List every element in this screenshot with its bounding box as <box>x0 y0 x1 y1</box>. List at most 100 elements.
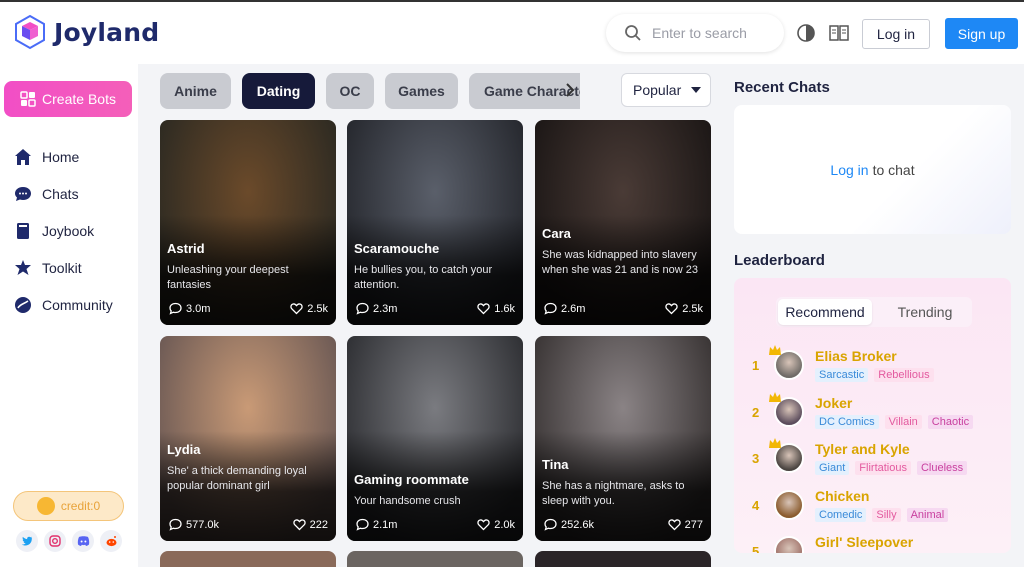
leaderboard-name: Elias Broker <box>815 348 897 364</box>
card-name: Tina <box>542 457 569 472</box>
like-count-value: 277 <box>684 518 703 531</box>
instagram-icon[interactable] <box>44 530 66 552</box>
tag-chip[interactable]: Clueless <box>916 461 968 475</box>
tab-recommend[interactable]: Recommend <box>778 299 872 325</box>
chat-count-value: 3.0m <box>186 302 211 315</box>
tag-chip[interactable]: Rebellious <box>874 368 934 382</box>
sidebar-item-joybook[interactable]: Joybook <box>14 222 94 240</box>
tag-chip[interactable]: DC Comics <box>815 414 879 429</box>
chevron-right-icon[interactable] <box>565 83 575 97</box>
character-card[interactable]: Astrid Unleashing your deepest fantasies 3… <box>160 120 336 325</box>
credit-badge[interactable]: credit:0 <box>13 491 124 521</box>
leaderboard-tabs: Recommend Trending <box>776 297 972 327</box>
heart-icon <box>665 303 678 315</box>
leaderboard-row[interactable]: 2 Joker DC Comics Villain Chaotic <box>752 391 1002 435</box>
chip-game-characters[interactable]: Game Characters <box>469 73 580 109</box>
sidebar-item-label: Home <box>42 149 80 165</box>
tag-chip[interactable]: Flirtatious <box>855 461 911 475</box>
card-like-count[interactable]: 222 <box>292 518 328 531</box>
leaderboard-rank: 1 <box>752 358 760 373</box>
chip-oc[interactable]: OC <box>326 73 374 109</box>
character-card[interactable]: Lydia She' a thick demanding loyal popula… <box>160 336 336 541</box>
leaderboard-title: Leaderboard <box>734 252 825 269</box>
leaderboard-rank: 4 <box>752 497 760 513</box>
tag-chip[interactable]: Silly <box>872 507 901 522</box>
card-like-count[interactable]: 2.5k <box>290 302 328 315</box>
sidebar-item-chats[interactable]: Chats <box>14 185 79 203</box>
card-name: Scaramouche <box>354 241 440 256</box>
character-card[interactable]: Scaramouche He bullies you, to catch your… <box>347 120 523 325</box>
chat-count-value: 252.6k <box>561 518 595 531</box>
card-like-count[interactable]: 2.0k <box>477 518 515 531</box>
like-count-value: 222 <box>309 518 328 531</box>
sidebar-item-label: Chats <box>42 186 79 202</box>
like-count-value: 2.5k <box>682 302 703 315</box>
toolkit-icon <box>15 260 31 275</box>
heart-icon <box>292 519 306 531</box>
heart-icon <box>477 303 490 315</box>
character-card[interactable]: Cara She was kidnapped into slavery when … <box>535 120 711 325</box>
create-bots-button[interactable]: Create Bots <box>4 81 132 117</box>
sidebar-item-toolkit[interactable]: Toolkit <box>14 259 82 277</box>
card-like-count[interactable]: 2.5k <box>665 302 703 315</box>
leaderboard-row[interactable]: 1 Elias Broker Sarcastic Rebellious <box>752 345 1002 388</box>
leaderboard-tags: DC Comics Villain Chaotic <box>815 414 974 429</box>
twitter-icon[interactable] <box>16 530 38 552</box>
chat-count-value: 577.0k <box>186 518 220 531</box>
sidebar-item-community[interactable]: Community <box>14 296 113 314</box>
card-description: He bullies you, to catch your attention. <box>354 264 493 291</box>
chat-count-icon <box>169 302 182 315</box>
chat-count-icon <box>544 518 557 531</box>
card-peek[interactable] <box>347 551 523 567</box>
leaderboard-tags: Sarcastic Rebellious <box>815 368 934 382</box>
coin-icon <box>36 497 55 515</box>
card-peek[interactable] <box>535 551 711 567</box>
reddit-icon[interactable] <box>100 530 122 552</box>
login-to-chat-link[interactable]: Log in <box>830 162 868 178</box>
card-peek[interactable] <box>160 551 336 567</box>
avatar <box>774 489 804 520</box>
chat-count-icon <box>356 518 369 531</box>
chip-games[interactable]: Games <box>385 73 458 109</box>
theme-toggle-icon[interactable] <box>795 22 817 44</box>
tag-chip[interactable]: Comedic <box>815 507 867 522</box>
character-card[interactable]: Gaming roommate Your handsome crush 2.1m 2.… <box>347 336 523 541</box>
tag-chip[interactable]: Animal <box>906 507 949 522</box>
sort-dropdown[interactable]: Popular <box>621 73 711 107</box>
leaderboard-name: Girl' Sleepover <box>815 534 914 550</box>
tab-trending[interactable]: Trending <box>890 299 960 325</box>
card-description: Unleashing your deepest fantasies <box>167 264 289 291</box>
sidebar-item-label: Community <box>42 297 113 313</box>
leaderboard-row[interactable]: 4 Chicken Comedic Silly Animal <box>752 488 1002 528</box>
like-count-value: 1.6k <box>494 302 515 315</box>
sidebar: Create Bots Home Chats Joybook Toolkit C… <box>0 64 138 567</box>
card-chat-count: 2.1m <box>356 518 397 531</box>
home-icon <box>15 149 31 165</box>
heart-icon <box>290 303 303 315</box>
card-like-count[interactable]: 277 <box>667 518 703 531</box>
leaderboard-row[interactable]: 5 Girl' Sleepover <box>752 534 1002 553</box>
tag-chip[interactable]: Giant <box>815 461 850 475</box>
create-bots-label: Create Bots <box>42 91 116 107</box>
signup-button[interactable]: Sign up <box>945 18 1018 49</box>
discord-icon[interactable] <box>72 530 94 552</box>
card-name: Astrid <box>167 241 205 256</box>
login-button[interactable]: Log in <box>862 19 930 49</box>
tag-chip[interactable]: Sarcastic <box>815 368 869 382</box>
brand-logo[interactable]: Joyland <box>12 14 159 50</box>
sidebar-item-home[interactable]: Home <box>14 148 79 166</box>
guide-book-icon[interactable] <box>828 22 850 44</box>
card-like-count[interactable]: 1.6k <box>477 302 515 315</box>
chip-anime[interactable]: Anime <box>160 73 231 109</box>
tag-chip[interactable]: Chaotic <box>927 414 974 429</box>
heart-icon <box>667 519 681 531</box>
community-icon <box>15 297 31 313</box>
chat-count-icon <box>544 302 557 315</box>
search-input[interactable]: Enter to search <box>606 14 784 52</box>
chip-dating[interactable]: Dating <box>242 73 315 109</box>
like-count-value: 2.5k <box>307 302 328 315</box>
leaderboard-row[interactable]: 3 Tyler and Kyle Giant Flirtatious Clueless <box>752 438 1002 481</box>
tag-chip[interactable]: Villain <box>884 414 922 429</box>
card-chat-count: 577.0k <box>169 518 219 531</box>
character-card[interactable]: Tina She has a nightmare, asks to sleep w… <box>535 336 711 541</box>
